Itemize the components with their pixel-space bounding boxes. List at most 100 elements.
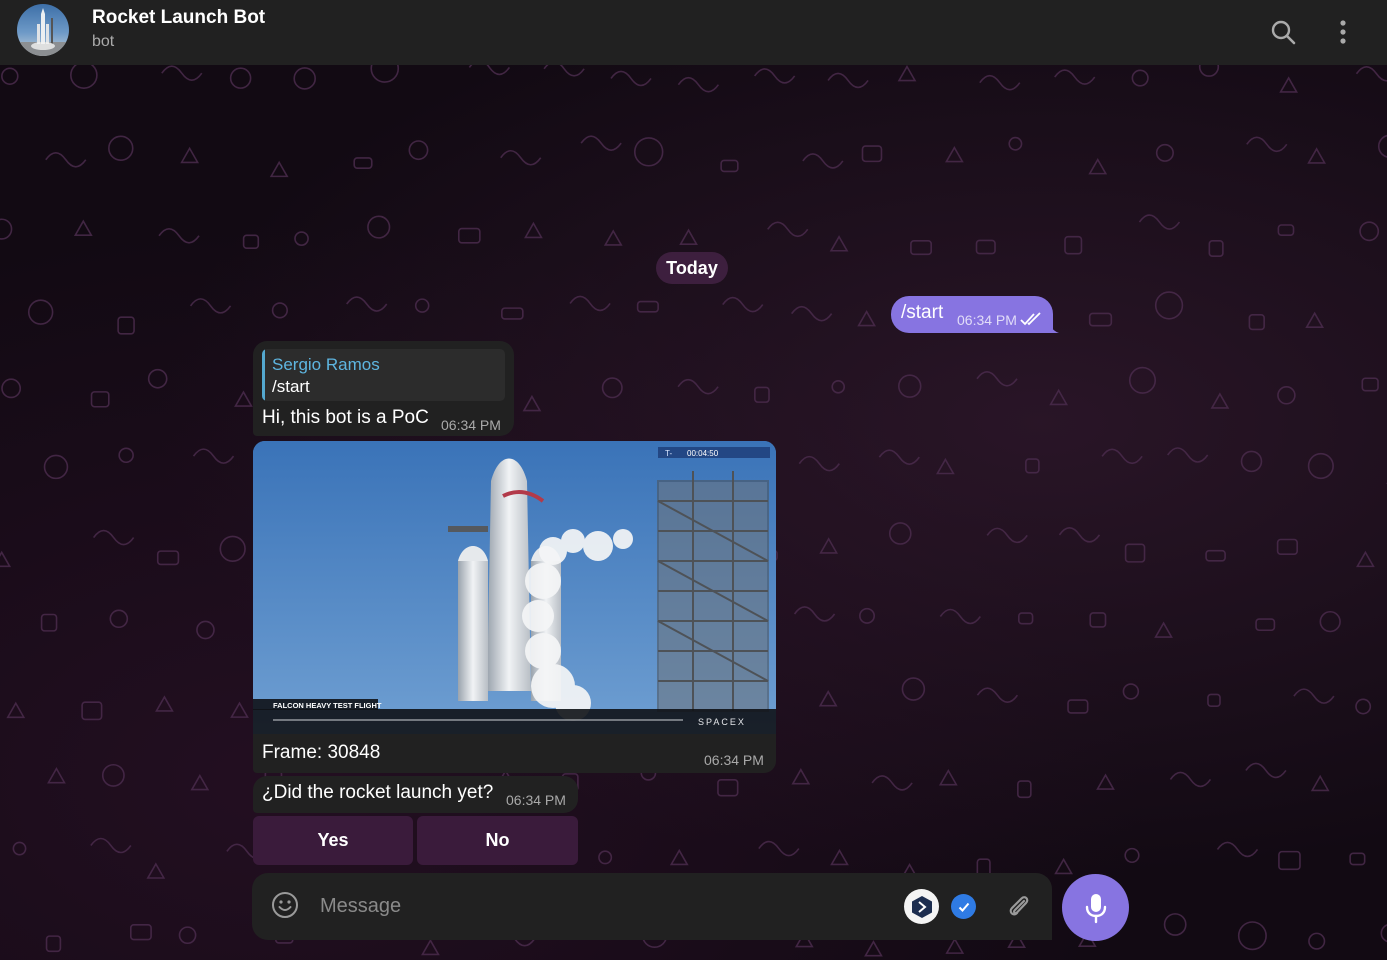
background-doodle [1088,312,1113,327]
background-doodle [90,391,110,408]
extension-button[interactable] [904,889,939,924]
more-vertical-icon [1340,20,1346,44]
background-doodle [524,221,543,239]
background-doodle [1017,612,1034,625]
voice-record-button[interactable] [1062,874,1129,941]
background-doodle [196,620,215,640]
more-menu-button[interactable] [1323,12,1363,52]
background-doodle [1008,136,1023,151]
inline-yes-button[interactable]: Yes [253,816,413,865]
inline-no-button[interactable]: No [417,816,578,865]
background-doodle [767,221,809,238]
background-doodle [1279,76,1298,93]
background-doodle [1163,913,1187,936]
background-doodle [129,923,152,941]
overlay-timer-prefix: T- [665,449,672,458]
hexagon-extension-icon [911,895,932,918]
background-doodle [603,229,623,246]
background-doodle [6,701,26,719]
reply-accent-bar [262,349,265,401]
question-message-text: ¿Did the rocket launch yet? [262,782,494,803]
background-doodle [70,65,98,89]
background-doodle [580,135,622,151]
background-doodle [975,239,996,255]
incoming-message-text: Hi, this bot is a PoC [262,407,429,428]
background-doodle [161,65,203,82]
background-doodle [1377,134,1387,158]
background-doodle [1255,618,1276,632]
background-doodle [1064,235,1083,255]
background-doodle [1240,450,1263,473]
background-doodle [1305,311,1325,328]
background-doodle [1310,774,1330,792]
background-doodle [1277,385,1296,405]
background-doodle [878,449,920,465]
background-doodle [979,74,1021,91]
background-doodle [109,609,129,629]
background-doodle [0,218,13,240]
background-doodle [1124,847,1140,864]
background-doodle [1308,932,1326,950]
smile-icon [272,892,298,918]
background-doodle [180,146,200,164]
launch-photo[interactable]: T- 00:04:50 FALCON HEAVY TEST FLIGHT SPA… [253,441,776,734]
background-doodle [1025,458,1040,474]
background-doodle [829,235,849,252]
reply-preview[interactable]: Sergio Ramos /start [262,349,505,401]
background-doodle [976,687,1019,704]
background-doodle [754,68,796,84]
background-doodle [986,527,1028,544]
message-input[interactable] [320,891,880,921]
overlay-timer: 00:04:50 [687,449,719,458]
background-doodle [945,937,965,954]
background-doodle [1355,698,1372,715]
background-doodle [1349,852,1366,866]
outgoing-message-text: /start [901,302,944,323]
background-doodle [791,768,811,785]
background-doodle [190,773,210,791]
background-doodle [830,848,849,866]
background-doodle [101,763,125,787]
chat-title: Rocket Launch Bot [92,7,266,28]
verified-button[interactable] [951,894,976,919]
background-doodle [819,537,839,554]
background-doodle [1067,699,1089,714]
background-doodle [1169,771,1212,788]
background-doodle [1122,683,1140,700]
paperclip-icon [1009,896,1029,916]
background-doodle [1210,392,1230,409]
rocket-avatar-icon [17,8,69,56]
background-doodle [1131,69,1149,87]
background-doodle [754,386,770,403]
background-doodle [457,227,481,244]
search-button[interactable] [1263,12,1303,52]
background-doodle [146,862,166,879]
avatar[interactable] [17,4,69,56]
emoji-button[interactable] [269,889,301,921]
background-doodle [219,535,246,562]
photo-message-time: 06:34 PM [704,752,764,768]
background-doodle [827,72,869,89]
background-doodle [229,67,252,89]
background-doodle [793,606,836,622]
background-doodle [717,779,739,797]
checkmark-icon [958,902,969,912]
background-doodle [636,300,659,313]
search-icon [1271,20,1296,45]
background-doodle [1198,65,1220,77]
background-doodle [1154,621,1173,638]
background-doodle [0,550,12,568]
background-doodle [802,153,844,169]
background-doodle [353,157,373,169]
background-doodle [1237,921,1267,951]
background-doodle [468,65,511,76]
background-doodle [901,677,926,701]
background-doodle [1207,693,1221,708]
attach-button[interactable] [1002,890,1034,922]
background-doodle [1058,527,1101,543]
background-doodle [1216,841,1259,858]
background-doodle [1246,136,1288,153]
background-doodle [230,701,249,718]
background-doodle [421,938,440,956]
background-doodle [158,227,200,244]
